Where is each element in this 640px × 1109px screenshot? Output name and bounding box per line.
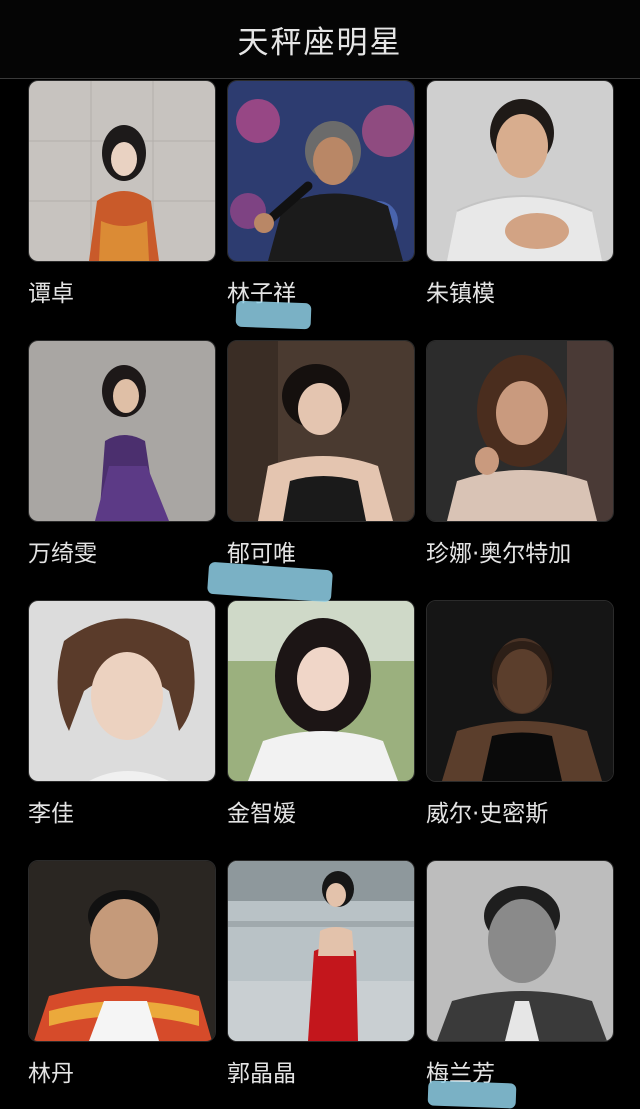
page-title: 天秤座明星 [237, 24, 403, 61]
celebrity-photo[interactable] [28, 340, 216, 522]
celebrity-photo[interactable] [28, 80, 216, 262]
celebrity-photo[interactable] [426, 600, 614, 782]
celebrity-photo[interactable] [426, 80, 614, 262]
page-header: 天秤座明星 [0, 0, 640, 79]
celebrity-photo[interactable] [227, 860, 415, 1042]
celebrity-photo[interactable] [426, 340, 614, 522]
celebrity-name: 威尔·史密斯 [426, 801, 549, 827]
celebrity-name: 林丹 [28, 1061, 74, 1087]
celebrity-photo[interactable] [227, 80, 415, 262]
celebrity-name: 金智媛 [227, 801, 296, 827]
celebrity-name: 郭晶晶 [227, 1061, 296, 1087]
celebrity-photo[interactable] [227, 600, 415, 782]
scribble-mark [427, 1080, 517, 1109]
celebrity-name: 珍娜·奥尔特加 [426, 541, 572, 567]
celebrity-photo[interactable] [227, 340, 415, 522]
celebrity-name: 谭卓 [28, 281, 74, 307]
celebrity-name: 李佳 [28, 801, 74, 827]
celebrity-name: 朱镇模 [426, 281, 495, 307]
scribble-mark [235, 300, 312, 330]
celebrity-name: 万绮雯 [28, 541, 97, 567]
scribble-mark [207, 561, 333, 603]
celebrity-photo[interactable] [28, 860, 216, 1042]
celebrity-photo[interactable] [28, 600, 216, 782]
celebrity-photo[interactable] [426, 860, 614, 1042]
